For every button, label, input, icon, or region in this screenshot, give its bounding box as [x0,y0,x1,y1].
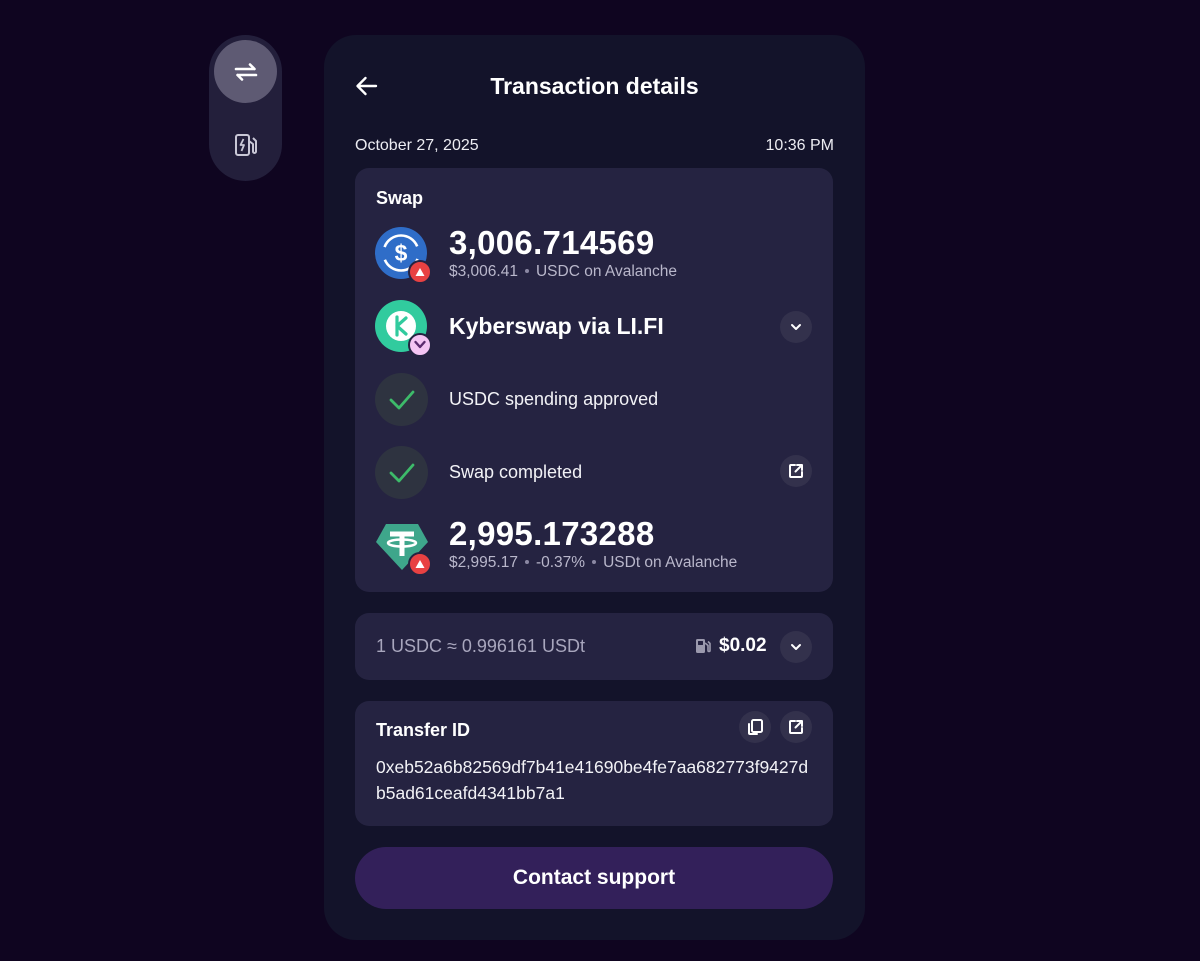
transfer-card: Transfer ID 0xeb52a6b82569df7b41e41690be… [355,701,833,826]
transfer-id-value[interactable]: 0xeb52a6b82569df7b41e41690be4fe7aa682773… [376,754,816,806]
from-amount: 3,006.714569 [449,224,655,261]
step-approved-label: USDC spending approved [449,389,659,409]
view-swap-explorer-button[interactable] [780,455,812,487]
tether-icon [375,519,431,575]
from-usd-value: $3,006.41 [449,263,518,280]
separator-dot [524,268,529,273]
exchange-rate: 1 USDC ≈ 0.996161 USDt [376,636,585,656]
checkmark-icon [388,389,416,411]
transaction-details-panel: Transaction details October 27, 2025 10:… [324,35,865,940]
expand-rate-button[interactable] [780,631,812,663]
swap-card: Swap $ 3,006.714569 $3,006.41 USDC on Ava… [355,168,833,592]
rate-card: 1 USDC ≈ 0.996161 USDt $0.02 [355,613,833,680]
page-title: Transaction details [490,73,699,99]
transaction-date: October 27, 2025 [355,137,479,154]
chevron-down-icon [789,322,803,332]
fuel-pump-icon [233,132,259,158]
kyberswap-icon [375,300,432,357]
step-completed-label: Swap completed [449,462,583,482]
step-completed-status [375,446,428,499]
contact-support-button[interactable]: Contact support [355,847,833,909]
external-link-icon [787,718,805,736]
to-token-name: USDt on Avalanche [603,554,738,571]
from-details: $3,006.41 USDC on Avalanche [449,263,677,281]
fuel-pump-icon [694,637,712,655]
provider-name: Kyberswap via LI.FI [449,313,664,339]
separator-dot [524,559,529,564]
expand-provider-button[interactable] [780,311,812,343]
gas-nav-button[interactable] [214,113,277,176]
svg-text:$: $ [395,240,408,266]
network-fee: $0.02 [719,635,767,656]
to-usd-value: $2,995.17 [449,554,518,571]
to-price-change: -0.37% [535,554,586,571]
transfer-id-label: Transfer ID [376,720,471,740]
to-amount: 2,995.173288 [449,515,655,552]
swap-nav-button[interactable] [214,40,277,103]
copy-icon [746,718,764,736]
from-token-name: USDC on Avalanche [535,263,677,280]
separator-dot [592,559,597,564]
to-details: $2,995.17 -0.37% USDt on Avalanche [449,554,737,572]
usdc-icon: $ [375,227,431,283]
checkmark-icon [388,462,416,484]
transaction-time: 10:36 PM [765,137,834,154]
copy-transfer-id-button[interactable] [739,711,771,743]
side-rail [209,35,282,181]
open-transfer-explorer-button[interactable] [780,711,812,743]
swap-arrows-icon [233,61,259,83]
external-link-icon [787,462,805,480]
swap-label: Swap [376,188,424,208]
step-approved-status [375,373,428,426]
chevron-down-icon [789,642,803,652]
